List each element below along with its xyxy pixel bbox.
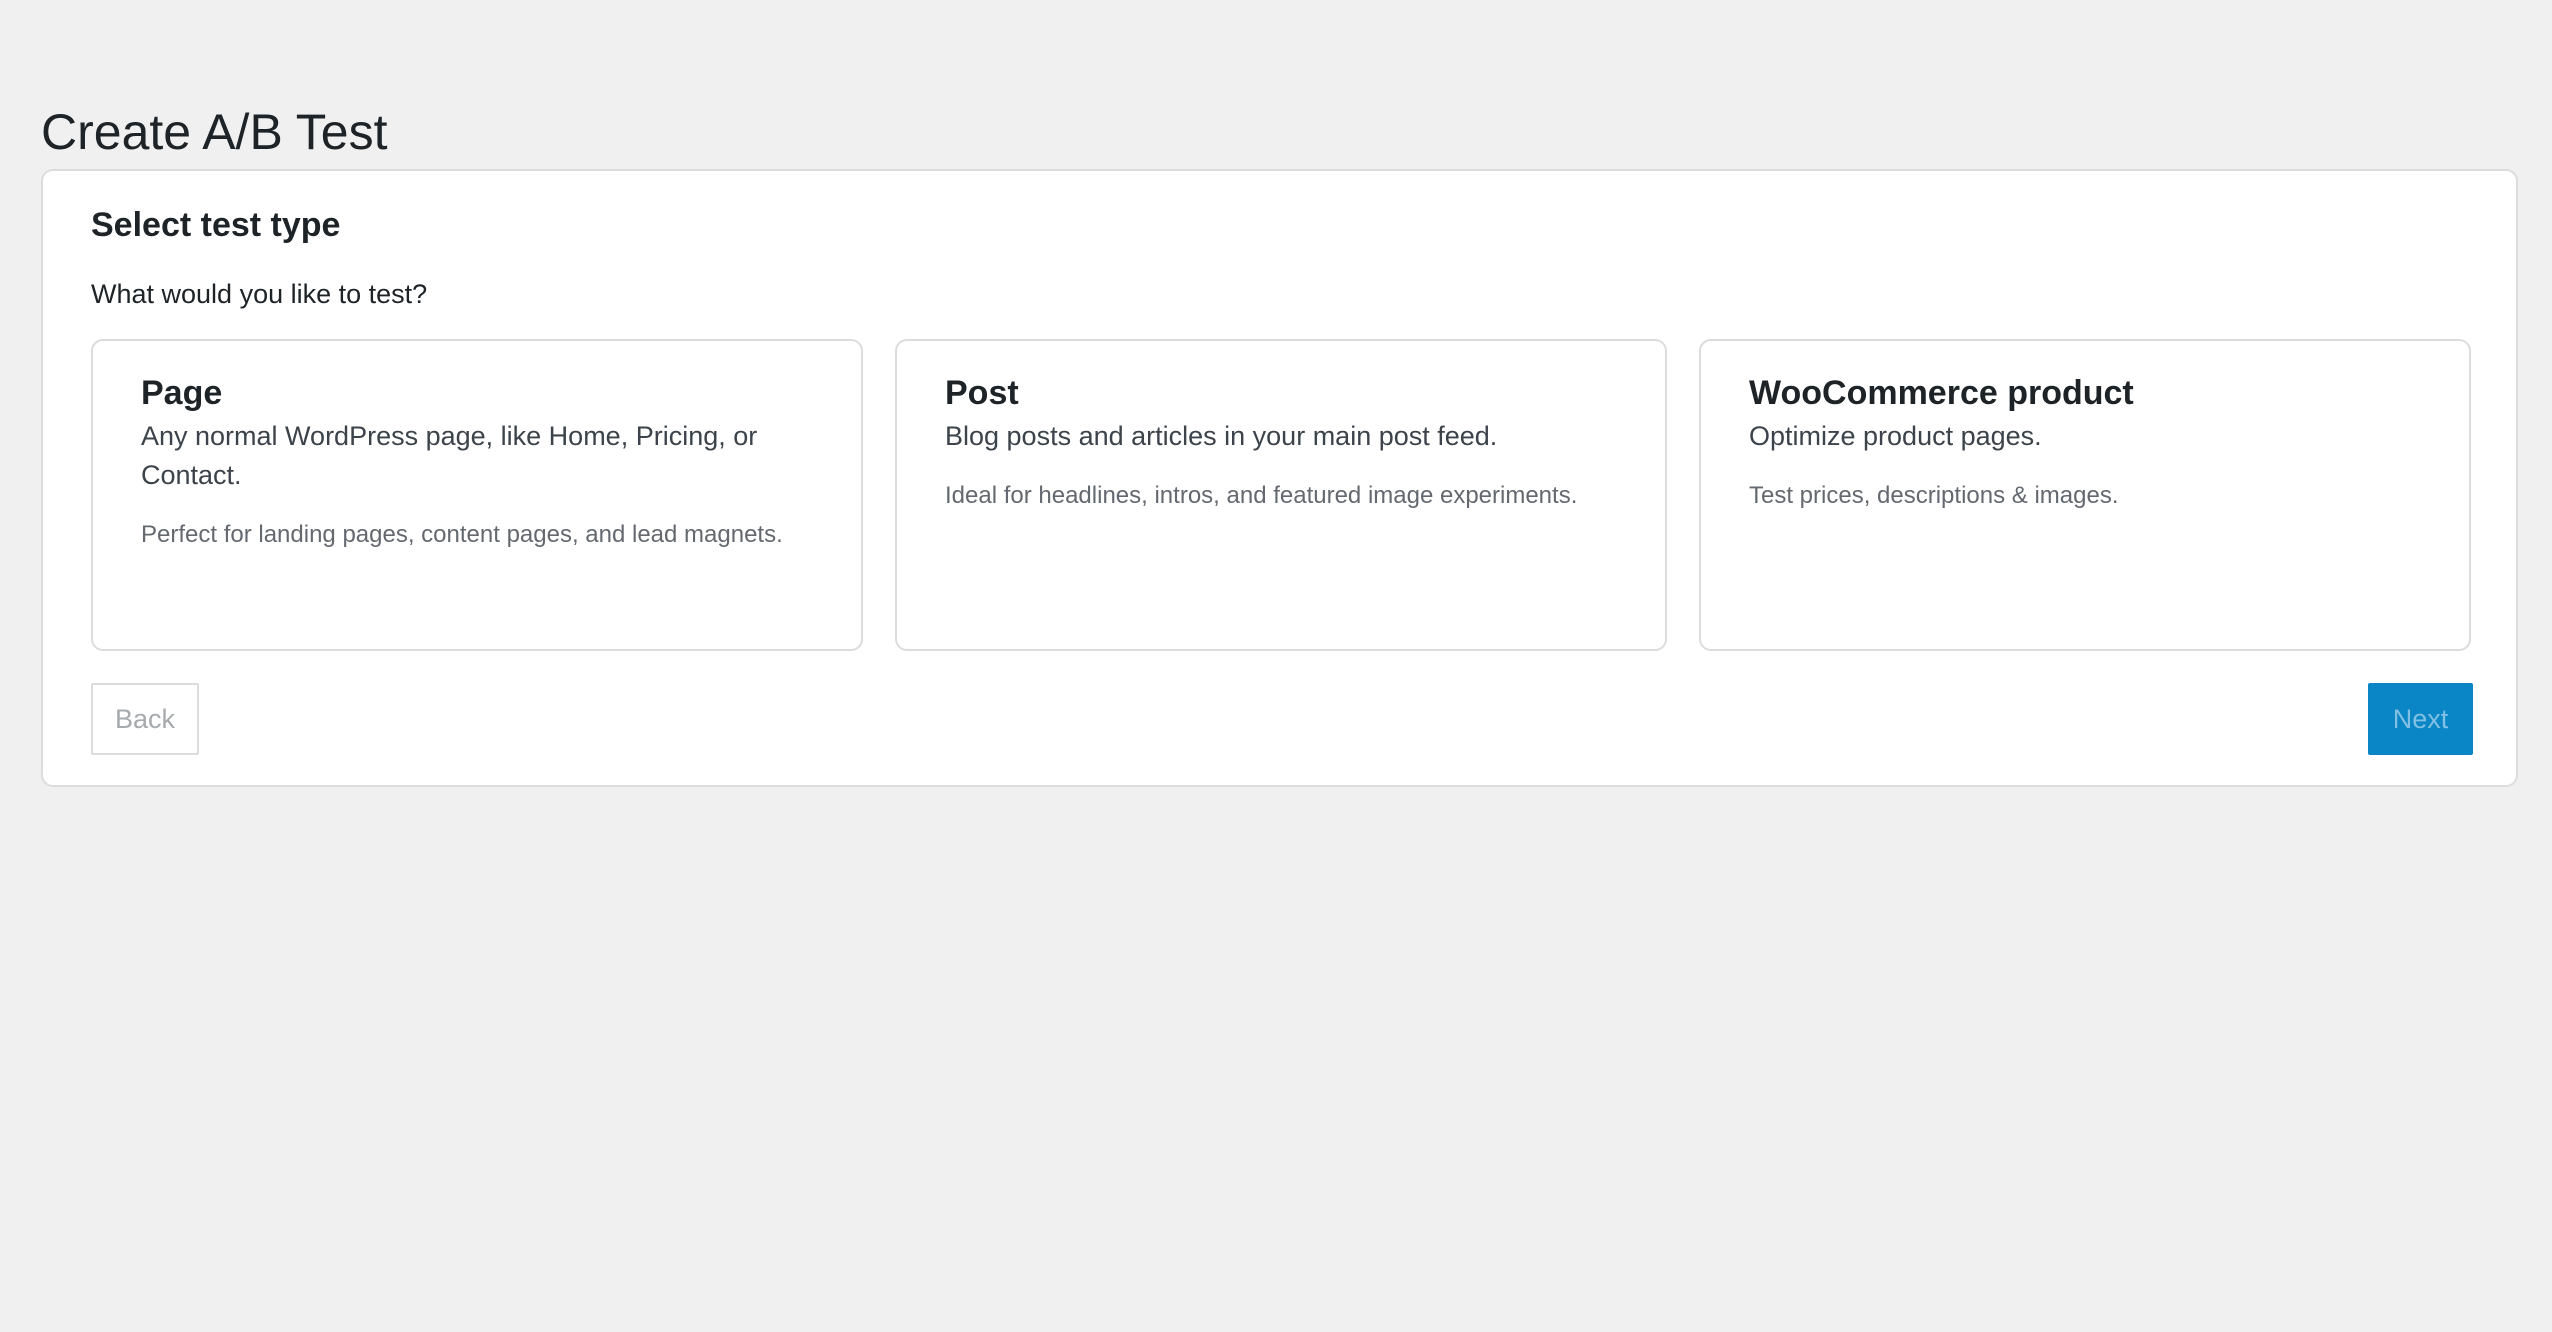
card-note: Ideal for headlines, intros, and feature… <box>945 482 1578 509</box>
test-type-card-page[interactable]: Page Any normal WordPress page, like Hom… <box>91 339 863 651</box>
test-type-panel: Select test type What would you like to … <box>41 169 2518 787</box>
card-description: Optimize product pages. <box>1749 421 2042 451</box>
card-title: Post <box>945 374 1019 412</box>
test-type-card-post[interactable]: Post Blog posts and articles in your mai… <box>895 339 1667 651</box>
panel-heading: Select test type <box>91 206 341 244</box>
page-title: Create A/B Test <box>41 104 388 160</box>
panel-question: What would you like to test? <box>91 279 428 309</box>
next-button[interactable]: Next <box>2368 683 2473 755</box>
card-description: Blog posts and articles in your main pos… <box>945 421 1498 451</box>
card-title: Page <box>141 374 223 412</box>
card-note: Perfect for landing pages, content pages… <box>141 521 783 548</box>
back-button[interactable]: Back <box>91 683 199 755</box>
card-title: WooCommerce product <box>1749 374 2134 412</box>
test-type-card-woocommerce-product[interactable]: WooCommerce product Optimize product pag… <box>1699 339 2471 651</box>
card-note: Test prices, descriptions & images. <box>1749 482 2119 509</box>
card-description: Any normal WordPress page, like Home, Pr… <box>141 421 758 490</box>
